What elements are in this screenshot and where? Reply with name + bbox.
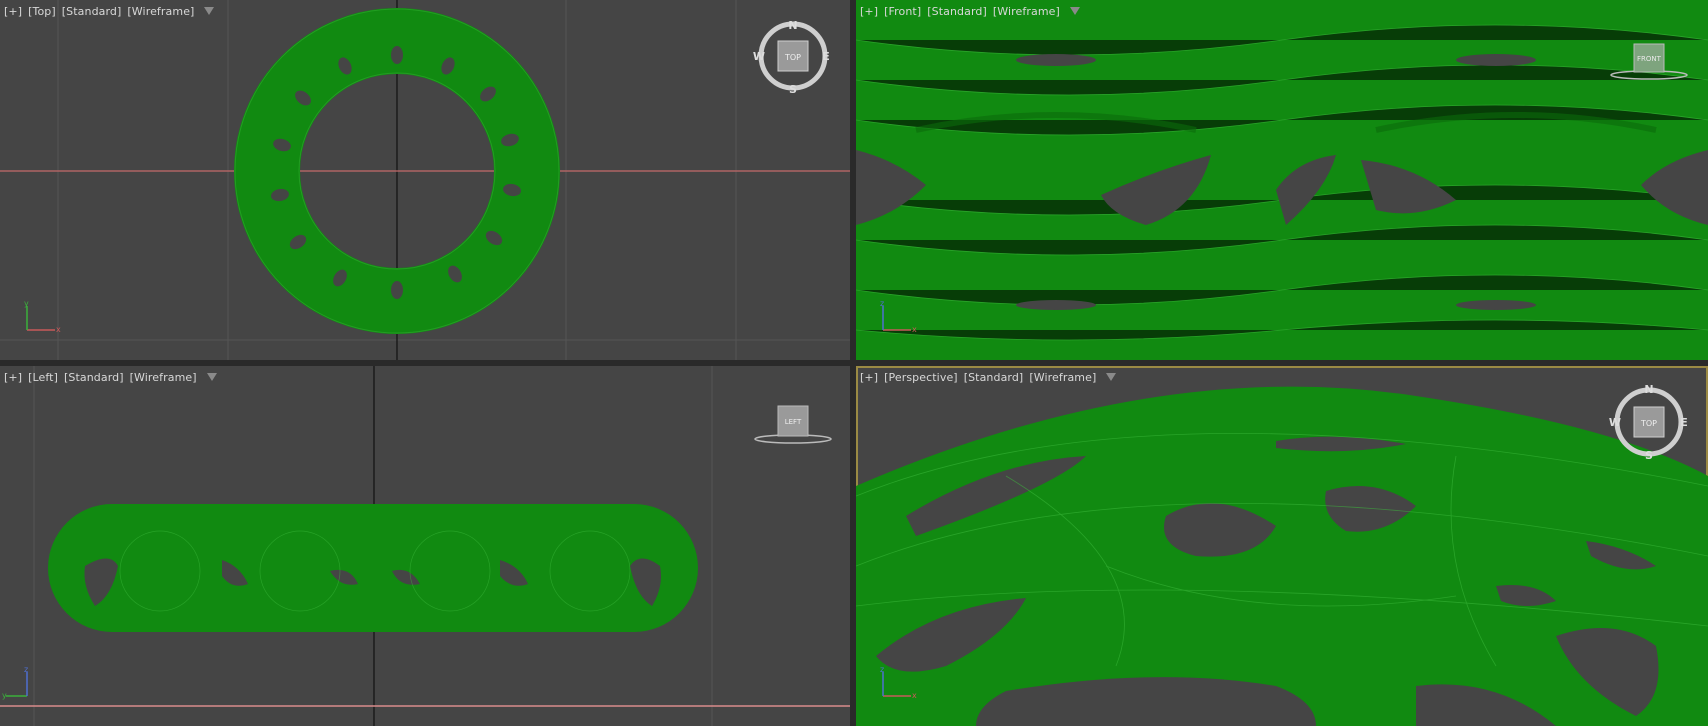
torus-mesh-perspective[interactable] <box>856 386 1708 726</box>
render-mode-menu[interactable]: [Wireframe] <box>993 5 1060 18</box>
funnel-icon[interactable] <box>1106 373 1117 381</box>
viewport-perspective[interactable]: TOP N S E W z x [+] [Perspective] [Standar… <box>856 366 1708 726</box>
render-mode-menu[interactable]: [Wireframe] <box>1029 371 1096 384</box>
shading-menu[interactable]: [Standard] <box>62 5 122 18</box>
viewport-label-perspective[interactable]: [+] [Perspective] [Standard] [Wireframe] <box>860 371 1117 384</box>
viewport-plus-menu[interactable]: [+] <box>860 5 878 18</box>
shading-menu[interactable]: [Standard] <box>964 371 1024 384</box>
shading-menu[interactable]: [Standard] <box>64 371 124 384</box>
svg-text:W: W <box>1609 416 1621 429</box>
viewport-label-left[interactable]: [+] [Left] [Standard] [Wireframe] <box>4 371 217 384</box>
axis-tripod-icon: y x <box>24 299 61 334</box>
funnel-icon[interactable] <box>206 373 217 381</box>
viewcube-face-label: TOP <box>1640 419 1657 428</box>
viewport-top[interactable]: TOP N S E W y x [+] [Top] [Standard] [Wiref… <box>0 0 850 360</box>
viewport-label-front[interactable]: [+] [Front] [Standard] [Wireframe] <box>860 5 1080 18</box>
svg-text:S: S <box>1645 449 1653 462</box>
front-canvas[interactable]: FRONT z x <box>856 0 1708 360</box>
view-menu[interactable]: [Left] <box>28 371 58 384</box>
svg-text:z: z <box>24 665 28 674</box>
view-menu[interactable]: [Front] <box>884 5 921 18</box>
viewcube-icon[interactable]: LEFT <box>754 405 832 444</box>
svg-text:x: x <box>56 325 61 334</box>
viewcube-face-label: LEFT <box>785 418 802 426</box>
viewport-plus-menu[interactable]: [+] <box>4 371 22 384</box>
svg-text:S: S <box>789 83 797 96</box>
svg-text:x: x <box>912 691 917 700</box>
viewcube-icon[interactable]: TOP N S E W <box>753 19 830 96</box>
torus-mesh-left[interactable] <box>48 504 698 632</box>
render-mode-menu[interactable]: [Wireframe] <box>130 371 197 384</box>
viewport-plus-menu[interactable]: [+] <box>860 371 878 384</box>
top-canvas[interactable]: TOP N S E W y x <box>0 0 850 360</box>
svg-text:E: E <box>1680 416 1688 429</box>
viewcube-face-label: FRONT <box>1637 55 1662 63</box>
viewport-front[interactable]: FRONT z x [+] [Front] [Standard] [Wireframe… <box>856 0 1708 360</box>
funnel-icon[interactable] <box>1069 7 1080 15</box>
svg-text:y: y <box>24 299 29 308</box>
render-mode-menu[interactable]: [Wireframe] <box>127 5 194 18</box>
svg-text:W: W <box>753 50 765 63</box>
svg-text:N: N <box>788 19 797 32</box>
viewcube-face-label: TOP <box>784 53 801 62</box>
viewport-plus-menu[interactable]: [+] <box>4 5 22 18</box>
axis-tripod-icon: z y <box>2 665 28 700</box>
viewport-left[interactable]: LEFT z y [+] [Left] [Standard] [Wireframe] <box>0 366 850 726</box>
left-canvas[interactable]: LEFT z y <box>0 366 850 726</box>
svg-text:E: E <box>822 50 830 63</box>
shading-menu[interactable]: [Standard] <box>927 5 987 18</box>
svg-text:N: N <box>1644 383 1653 396</box>
svg-text:z: z <box>880 299 884 308</box>
svg-text:z: z <box>880 665 884 674</box>
view-menu[interactable]: [Perspective] <box>884 371 958 384</box>
viewport-layout: TOP N S E W y x [+] [Top] [Standard] [Wiref… <box>0 0 1708 726</box>
view-menu[interactable]: [Top] <box>28 5 56 18</box>
svg-text:y: y <box>2 691 7 700</box>
svg-text:x: x <box>912 325 917 334</box>
viewport-label-top[interactable]: [+] [Top] [Standard] [Wireframe] <box>4 5 215 18</box>
funnel-icon[interactable] <box>204 7 215 15</box>
perspective-canvas[interactable]: TOP N S E W z x <box>856 366 1708 726</box>
